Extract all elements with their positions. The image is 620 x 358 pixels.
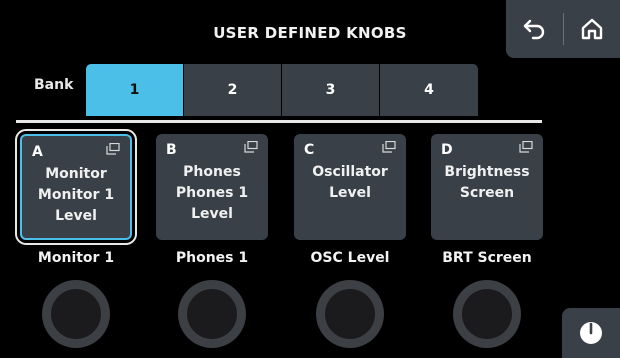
copy-icon xyxy=(382,141,396,153)
assignment-line: Monitor 1 xyxy=(37,187,115,203)
knob-card-a[interactable]: A Monitor Monitor 1 Level xyxy=(15,129,137,245)
knob-column-d: D Brightness Screen BRT Screen xyxy=(431,134,543,266)
user-defined-knobs-screen: USER DEFINED KNOBS Bank 1 2 3 4 A Monito… xyxy=(0,0,620,358)
rotary-knob-c[interactable] xyxy=(316,280,384,348)
home-button[interactable] xyxy=(563,0,620,58)
copy-icon xyxy=(244,141,258,153)
knob-letter: D xyxy=(441,142,453,158)
knob-card-b[interactable]: B Phones Phones 1 Level xyxy=(156,134,268,240)
home-icon xyxy=(581,18,602,40)
undo-arrow-icon xyxy=(524,19,545,40)
knob-cap xyxy=(51,289,101,339)
knob-cap xyxy=(325,289,375,339)
assignment-line: Monitor xyxy=(45,166,107,182)
bank-tabs: 1 2 3 4 xyxy=(86,64,478,116)
assignment-line: Phones xyxy=(183,164,241,180)
knob-assignment: Oscillator Level xyxy=(294,162,406,204)
bank-label: Bank xyxy=(34,77,74,93)
copy-icon xyxy=(106,143,120,155)
knob-name: Monitor 1 xyxy=(37,250,115,266)
bank-tab-2[interactable]: 2 xyxy=(184,64,282,116)
knob-assignment: Brightness Screen xyxy=(431,162,543,204)
knob-assignment: Phones Phones 1 Level xyxy=(156,162,268,225)
knob-letter: B xyxy=(166,142,177,158)
meter-dial-icon xyxy=(580,322,602,344)
knob-cap xyxy=(187,289,237,339)
knob-column-c: C Oscillator Level OSC Level xyxy=(294,134,406,266)
copy-icon xyxy=(519,141,533,153)
rotary-knob-d[interactable] xyxy=(453,280,521,348)
back-button[interactable] xyxy=(506,0,563,58)
rotary-knob-b[interactable] xyxy=(178,280,246,348)
top-button-bar xyxy=(506,0,620,58)
assignment-line: Level xyxy=(191,206,233,222)
assignment-line: Oscillator xyxy=(312,164,388,180)
knob-letter: C xyxy=(304,142,315,158)
knob-cap xyxy=(462,289,512,339)
assignment-line: Phones 1 xyxy=(175,185,249,201)
knob-column-a: A Monitor Monitor 1 Level Monitor 1 xyxy=(15,129,137,266)
assignment-line: Screen xyxy=(459,185,515,201)
bank-tab-4[interactable]: 4 xyxy=(380,64,478,116)
bank-tab-3[interactable]: 3 xyxy=(282,64,380,116)
assignment-line: Brightness xyxy=(444,164,530,180)
knob-name: BRT Screen xyxy=(442,250,532,266)
knob-column-b: B Phones Phones 1 Level Phones 1 xyxy=(156,134,268,266)
knob-assignment: Monitor Monitor 1 Level xyxy=(22,164,130,227)
knob-name: Phones 1 xyxy=(175,250,249,266)
knob-letter: A xyxy=(32,144,43,160)
knob-name: OSC Level xyxy=(310,250,390,266)
knob-card-d[interactable]: D Brightness Screen xyxy=(431,134,543,240)
bank-tab-1[interactable]: 1 xyxy=(86,64,184,116)
knob-card-c[interactable]: C Oscillator Level xyxy=(294,134,406,240)
rotary-knob-a[interactable] xyxy=(42,280,110,348)
divider xyxy=(16,120,542,123)
assignment-line: Level xyxy=(329,185,371,201)
assignment-line: Level xyxy=(55,208,97,224)
meter-button[interactable] xyxy=(562,308,620,358)
